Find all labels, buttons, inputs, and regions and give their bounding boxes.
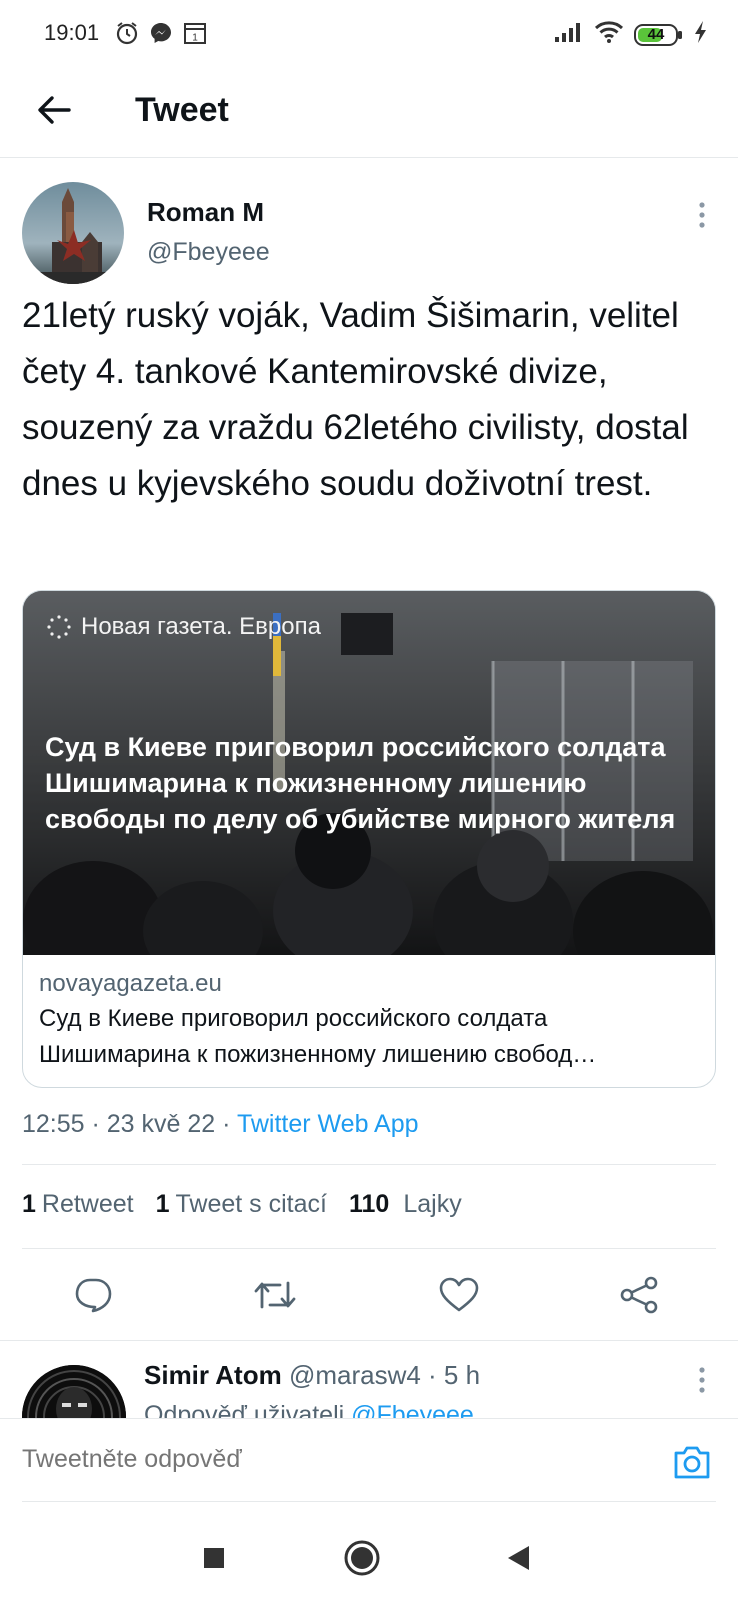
like-icon — [439, 1277, 479, 1312]
charging-bolt-icon — [694, 20, 708, 49]
signal-icon — [554, 21, 584, 48]
system-nav-bar — [0, 1514, 738, 1600]
tweet-stats: 1 Retweet 1 Tweet s citací 110 Lajky — [22, 1190, 462, 1219]
author-name[interactable]: Roman M — [147, 197, 264, 228]
divider — [0, 1340, 738, 1341]
wifi-icon — [594, 20, 624, 49]
likes-stat[interactable]: 110 Lajky — [349, 1190, 462, 1219]
author-avatar[interactable] — [22, 182, 124, 284]
card-domain: novayagazeta.eu — [39, 970, 222, 997]
tweet-text: 21letý ruský voják, Vadim Šišimarin, vel… — [22, 296, 689, 503]
reply-to-mention[interactable]: @Fbeyeee — [351, 1401, 474, 1418]
author-handle[interactable]: @Fbeyeee — [147, 238, 270, 267]
retweet-button[interactable] — [250, 1270, 300, 1320]
source-app-link[interactable]: Twitter Web App — [237, 1110, 419, 1138]
card-image: Новая газета. Европа Суд в Киеве пригово… — [23, 591, 715, 955]
more-vertical-icon — [699, 1367, 705, 1393]
share-icon — [620, 1276, 658, 1314]
tweet-timestamp-row: 12:55 · 23 kvě 22 · Twitter Web App — [22, 1110, 419, 1139]
tweet-actions — [0, 1270, 738, 1334]
loading-dots-icon — [47, 615, 71, 639]
link-preview-card[interactable]: Новая газета. Европа Суд в Киеве пригово… — [22, 590, 716, 1088]
messenger-icon — [148, 20, 174, 51]
back-triangle-icon — [508, 1546, 529, 1570]
divider — [22, 1248, 716, 1249]
page-title: Tweet — [135, 91, 229, 129]
reply-more-options-button[interactable] — [692, 1365, 712, 1395]
home-button[interactable] — [340, 1536, 384, 1580]
calendar-badge: 1 — [192, 33, 198, 44]
card-description: Суд в Киеве приговорил российского солда… — [39, 1005, 597, 1068]
more-vertical-icon — [699, 202, 705, 228]
retweets-stat[interactable]: 1 Retweet — [22, 1190, 134, 1219]
status-right-group: 44 — [554, 20, 708, 49]
share-button[interactable] — [614, 1270, 664, 1320]
camera-icon — [674, 1446, 710, 1479]
status-bar: 19:01 1 44 — [0, 0, 738, 66]
publisher-logo: Новая газета. Европа — [47, 613, 321, 641]
reply-to-prefix: Odpověď uživateli — [144, 1401, 352, 1418]
recents-square-icon — [204, 1548, 224, 1568]
likes-label: Lajky — [403, 1190, 462, 1218]
top-app-bar: Tweet — [0, 66, 738, 158]
retweets-label: Retweet — [41, 1190, 134, 1218]
tweet-timestamp: 12:55 · 23 kvě 22 · — [22, 1110, 237, 1138]
reply-input[interactable] — [22, 1445, 622, 1474]
likes-count: 110 — [348, 1190, 390, 1218]
recents-button[interactable] — [192, 1536, 236, 1580]
publisher-logo-text: Новая газета. Европа — [81, 613, 321, 640]
more-options-button[interactable] — [692, 200, 712, 230]
home-circle-icon — [344, 1540, 380, 1576]
reply-author-name[interactable]: Simir Atom — [144, 1360, 282, 1390]
reply-icon — [75, 1278, 112, 1313]
status-time: 19:01 — [44, 20, 100, 45]
quotes-count: 1 — [155, 1190, 170, 1218]
calendar-icon: 1 — [182, 20, 208, 51]
like-button[interactable] — [434, 1270, 484, 1320]
alarm-icon — [114, 20, 140, 51]
retweets-count: 1 — [22, 1190, 36, 1218]
battery-level: 44 — [647, 25, 665, 43]
arrow-left-icon — [38, 96, 71, 124]
quotes-label: Tweet s citací — [175, 1190, 327, 1218]
reply-compose-bar — [0, 1418, 738, 1514]
back-nav-button[interactable] — [496, 1536, 540, 1580]
compose-divider — [22, 1501, 716, 1502]
card-image-headline: Суд в Киеве приговорил российского солда… — [45, 732, 676, 834]
reply-handle-time: @marasw4 · 5 h — [281, 1360, 481, 1390]
battery-indicator: 44 — [634, 23, 684, 47]
camera-button[interactable] — [670, 1441, 714, 1485]
retweet-icon — [254, 1281, 296, 1309]
reply-context: Odpověď uživateli @Fbeyeee — [144, 1398, 474, 1418]
back-button[interactable] — [30, 86, 78, 134]
card-body: novayagazeta.eu Суд в Киеве приговорил р… — [23, 955, 715, 1087]
divider — [22, 1164, 716, 1165]
quotes-stat[interactable]: 1 Tweet s citací — [156, 1190, 327, 1219]
reply-header: Simir Atom @marasw4 · 5 h — [144, 1360, 480, 1391]
reply-button[interactable] — [68, 1270, 118, 1320]
